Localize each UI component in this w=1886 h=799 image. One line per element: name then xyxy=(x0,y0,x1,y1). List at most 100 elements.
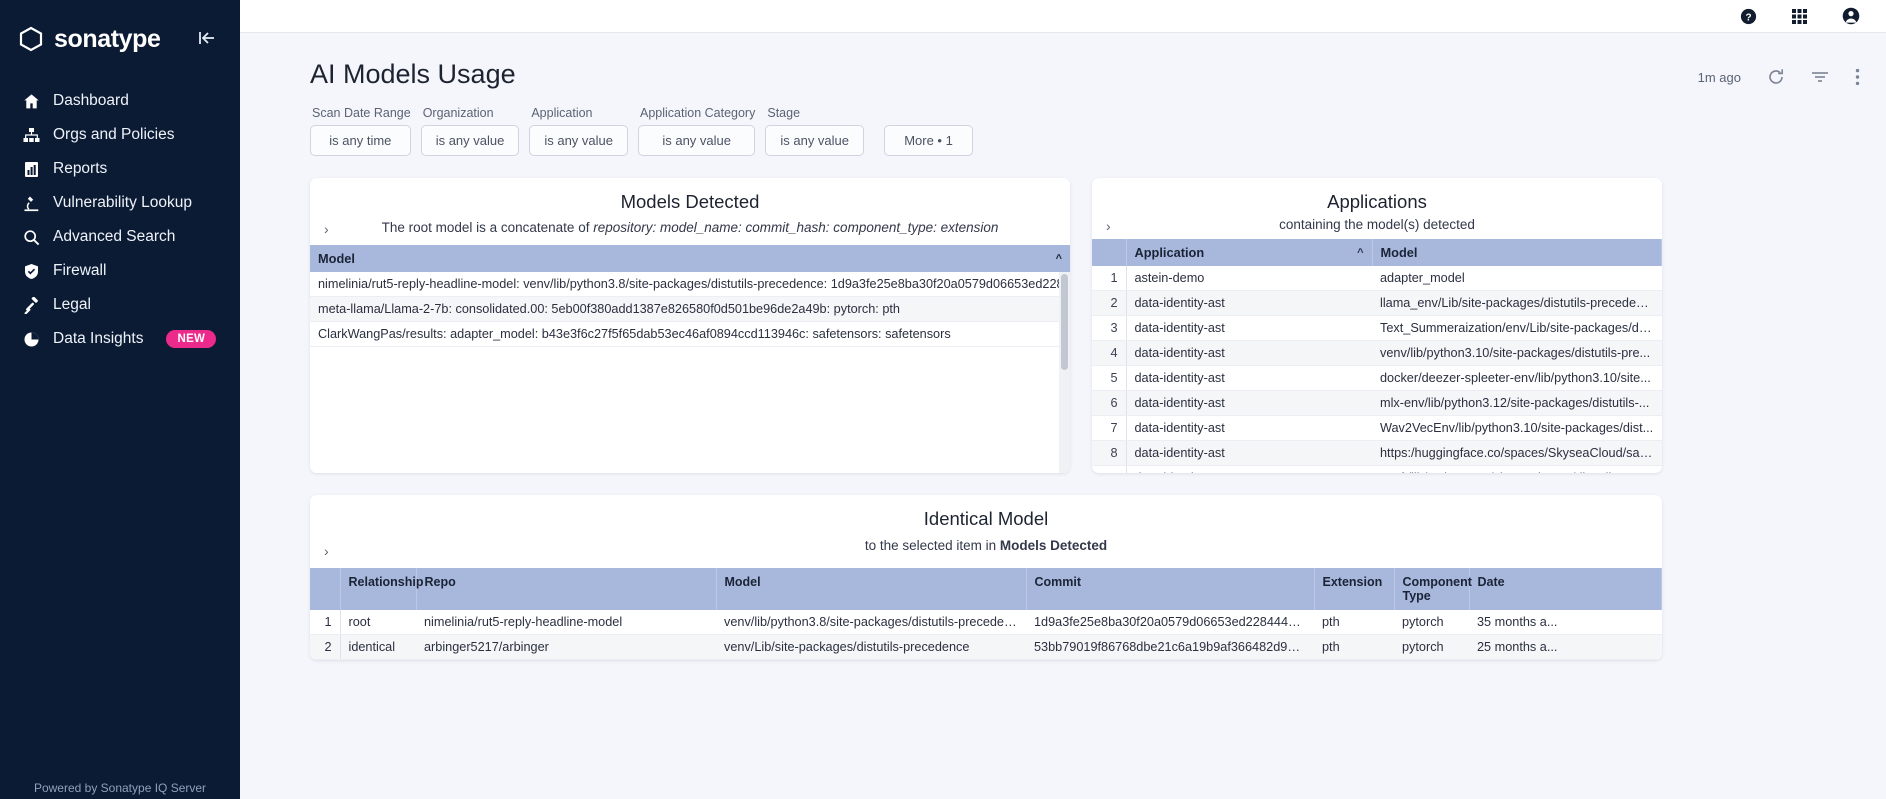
table-row[interactable]: 1 astein-demo adapter_model xyxy=(1092,266,1662,291)
top-bar: ? xyxy=(240,0,1886,33)
models-detected-list: nimelinia/rut5-reply-headline-model: ven… xyxy=(310,272,1070,473)
table-row[interactable]: 1 root nimelinia/rut5-reply-headline-mod… xyxy=(310,610,1662,635)
cell-application: data-identity-ast xyxy=(1126,315,1372,341)
table-row[interactable]: 2 identical arbinger5217/arbinger venv/L… xyxy=(310,634,1662,660)
page-title: AI Models Usage xyxy=(310,59,516,89)
column-header-extension[interactable]: Extension xyxy=(1314,568,1395,610)
table-header-row: Application ^ Model xyxy=(1092,239,1662,266)
cell-application: data-identity-ast xyxy=(1126,440,1372,466)
filter-label: Application Category xyxy=(640,106,756,120)
scrollbar-thumb[interactable] xyxy=(1061,274,1068,370)
identical-model-title: Identical Model xyxy=(923,508,1049,529)
list-item[interactable]: nimelinia/rut5-reply-headline-model: ven… xyxy=(310,272,1070,297)
cell-application: data-identity-ast xyxy=(1126,340,1372,366)
table-row[interactable]: 7 data-identity-ast Wav2VecEnv/lib/python3… xyxy=(1092,415,1662,441)
models-detected-column-header[interactable]: Model ^ xyxy=(310,245,1070,272)
collapse-left-icon[interactable] xyxy=(198,31,216,48)
applications-panel: Applications › containing the model(s) d… xyxy=(1092,178,1662,473)
table-row[interactable]: 9data-identity-aststt_ft/lib/python3.10/… xyxy=(1092,465,1662,473)
column-header-repo[interactable]: Repo xyxy=(416,568,717,610)
sidebar-item-reports[interactable]: Reports xyxy=(0,152,240,186)
filter-lines-icon[interactable] xyxy=(1811,70,1829,84)
row-number: 6 xyxy=(1092,390,1127,416)
applications-title: Applications xyxy=(1327,191,1427,212)
cell-application: data-identity-ast xyxy=(1126,390,1372,416)
cell-extension: pth xyxy=(1314,610,1394,635)
models-detected-panel: Models Detected › The root model is a co… xyxy=(310,178,1070,473)
chevron-right-icon[interactable]: › xyxy=(1106,219,1111,233)
column-header-date[interactable]: Date xyxy=(1469,568,1662,610)
identical-model-panel: › Identical Model to the selected item i… xyxy=(310,495,1662,660)
sort-asc-icon[interactable]: ^ xyxy=(1056,253,1062,265)
table-row[interactable]: 3 data-identity-ast Text_Summeraization/en… xyxy=(1092,315,1662,341)
cell-model: llama_env/Lib/site-packages/distutils-pr… xyxy=(1372,290,1662,316)
column-header-application[interactable]: Application ^ xyxy=(1126,239,1373,266)
sidebar-item-label: Orgs and Policies xyxy=(53,126,175,143)
row-number-header xyxy=(310,568,341,610)
sidebar-item-legal[interactable]: Legal xyxy=(0,288,240,322)
sidebar-item-dashboard[interactable]: Dashboard xyxy=(0,84,240,118)
filter-application-category: Application Category is any value xyxy=(638,106,756,156)
column-header-model[interactable]: Model xyxy=(716,568,1027,610)
cell-date: 25 months a... xyxy=(1469,634,1662,660)
more-vertical-icon[interactable] xyxy=(1855,68,1860,86)
column-header-component-type[interactable]: Component Type xyxy=(1394,568,1472,610)
cell-application: data-identity-ast xyxy=(1126,465,1372,473)
cell-application: astein-demo xyxy=(1126,266,1372,291)
sidebar-item-data-insights[interactable]: Data Insights NEW xyxy=(0,322,240,356)
applications-table: Application ^ Model 1 astein-demo adapter_… xyxy=(1092,239,1662,473)
list-item[interactable]: ClarkWangPas/results: adapter_model: b43… xyxy=(310,322,1070,347)
column-header-model[interactable]: Model xyxy=(1372,239,1662,266)
table-row[interactable]: 5 data-identity-ast docker/deezer-spleeter… xyxy=(1092,365,1662,391)
filter-value-button[interactable]: is any value xyxy=(638,125,756,156)
report-icon xyxy=(22,160,40,178)
cell-model: adapter_model xyxy=(1372,266,1662,291)
page-header-actions: 1m ago xyxy=(1698,59,1860,86)
sonatype-logo-icon xyxy=(18,26,44,52)
sidebar-item-orgs-and-policies[interactable]: Orgs and Policies xyxy=(0,118,240,152)
cell-model: docker/deezer-spleeter-env/lib/python3.1… xyxy=(1372,365,1662,391)
cell-extension: pth xyxy=(1314,634,1394,660)
filter-value-button[interactable]: is any time xyxy=(310,125,411,156)
user-account-icon[interactable] xyxy=(1842,7,1860,25)
microscope-icon xyxy=(22,194,40,212)
filter-value-button[interactable]: is any value xyxy=(529,125,628,156)
cell-application: data-identity-ast xyxy=(1126,365,1372,391)
column-header-model: Model xyxy=(318,251,355,266)
more-filters-button[interactable]: More • 1 xyxy=(884,125,974,156)
cell-repo: arbinger5217/arbinger xyxy=(416,634,716,660)
column-header-relationship[interactable]: Relationship xyxy=(340,568,424,610)
cell-date: 35 months a... xyxy=(1469,610,1662,635)
row-number: 4 xyxy=(1092,340,1127,366)
filter-value-button[interactable]: is any value xyxy=(765,125,865,156)
table-row[interactable]: 6 data-identity-ast mlx-env/lib/python3.12… xyxy=(1092,390,1662,416)
sidebar-item-label: Dashboard xyxy=(53,92,129,109)
sidebar-item-label: Reports xyxy=(53,160,108,177)
applications-subheader: › containing the model(s) detected xyxy=(1092,213,1662,239)
filter-value-button[interactable]: is any value xyxy=(420,125,520,156)
grid-apps-icon[interactable] xyxy=(1791,8,1808,25)
sort-asc-icon[interactable]: ^ xyxy=(1357,247,1363,259)
list-item[interactable]: meta-llama/Llama-2-7b: consolidated.00: … xyxy=(310,297,1070,322)
table-row[interactable]: 4 data-identity-ast venv/lib/python3.10/si… xyxy=(1092,340,1662,366)
sidebar-item-label: Data Insights xyxy=(53,330,144,347)
sidebar-item-advanced-search[interactable]: Advanced Search xyxy=(0,220,240,254)
refresh-icon[interactable] xyxy=(1767,68,1785,86)
models-detected-scrollbar[interactable] xyxy=(1059,272,1070,473)
table-row[interactable]: 2 data-identity-ast llama_env/Lib/site-pac… xyxy=(1092,290,1662,316)
row-number: 5 xyxy=(1092,365,1127,391)
column-header-commit[interactable]: Commit xyxy=(1026,568,1315,610)
sidebar-item-vulnerability-lookup[interactable]: Vulnerability Lookup xyxy=(0,186,240,220)
chevron-right-icon[interactable]: › xyxy=(324,544,329,558)
models-detected-subtitle: The root model is a concatenate of xyxy=(381,220,594,235)
table-row[interactable]: 8 data-identity-ast https:/huggingface.co/… xyxy=(1092,440,1662,466)
help-circle-icon[interactable]: ? xyxy=(1740,8,1757,25)
cell-application: data-identity-ast xyxy=(1126,415,1372,441)
sidebar-item-firewall[interactable]: Firewall xyxy=(0,254,240,288)
svg-text:?: ? xyxy=(1745,12,1751,23)
applications-table-scroll: Application ^ Model 1 astein-demo adapter_… xyxy=(1092,239,1662,473)
chevron-right-icon[interactable]: › xyxy=(324,222,329,236)
filter-label: Stage xyxy=(767,106,801,120)
home-icon xyxy=(22,92,40,110)
identical-model-subtitle: to the selected item in xyxy=(864,538,1000,553)
